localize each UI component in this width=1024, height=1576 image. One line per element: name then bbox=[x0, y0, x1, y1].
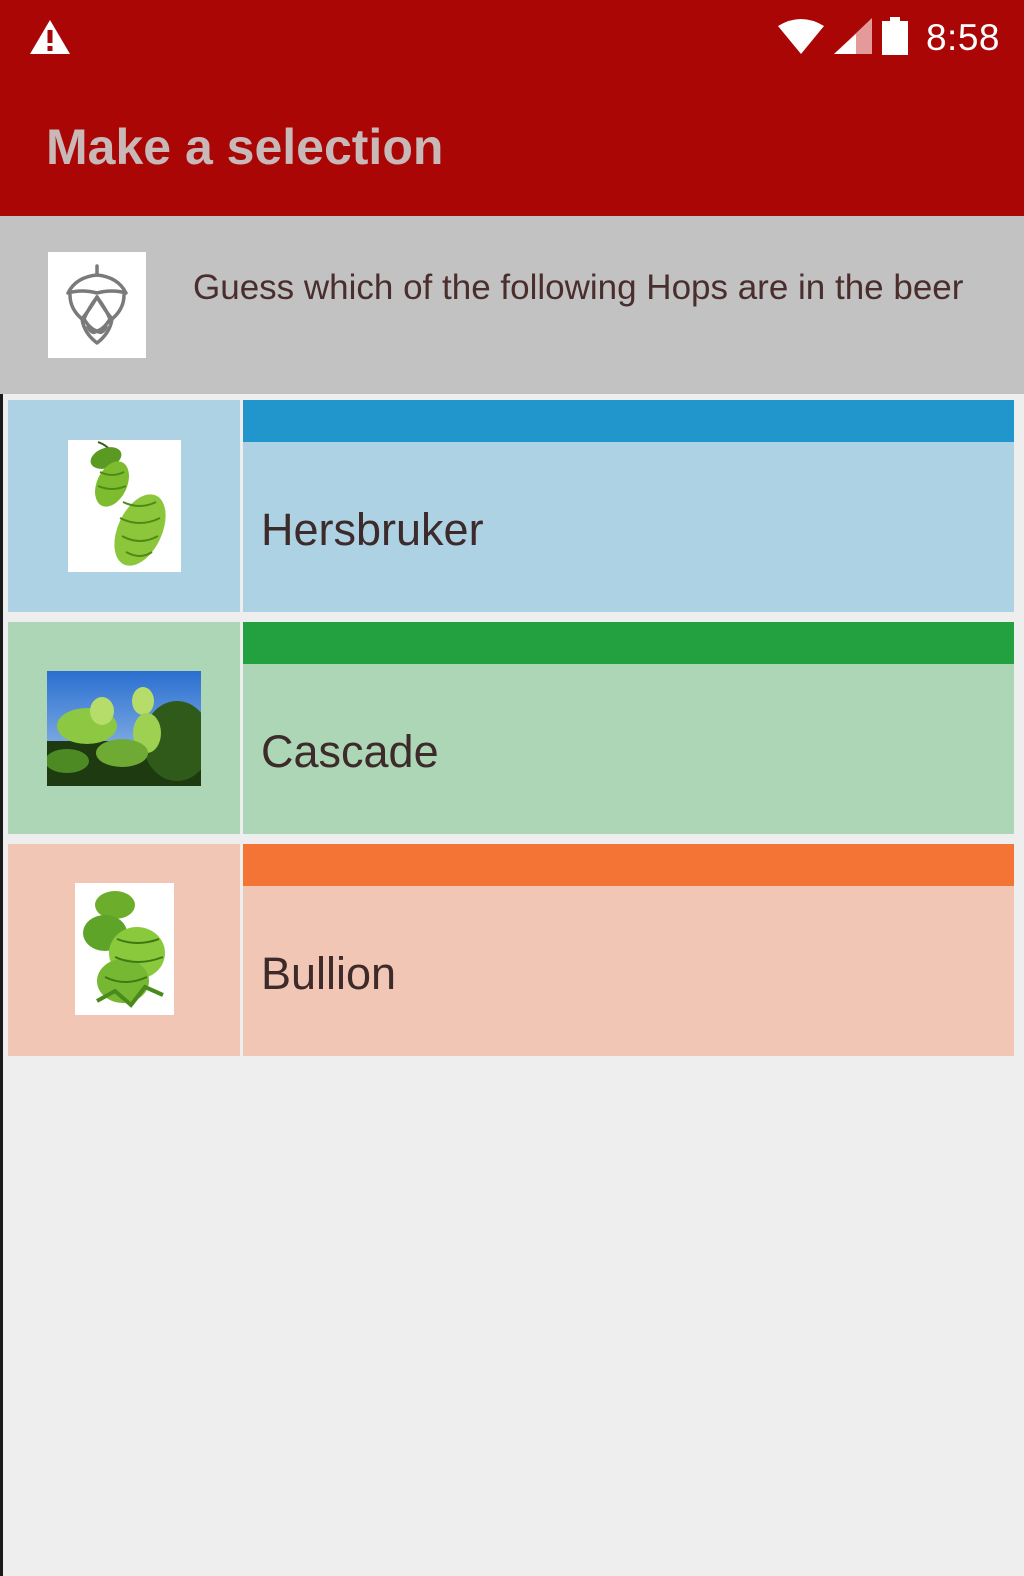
option-color-stripe bbox=[243, 844, 1014, 886]
option-thumbnail bbox=[8, 400, 240, 612]
option-thumbnail bbox=[8, 622, 240, 834]
hop-options-list: Hersbruker Cascade Bullion bbox=[8, 400, 1014, 1066]
option-thumbnail bbox=[8, 844, 240, 1056]
wifi-icon bbox=[777, 18, 824, 59]
option-body: Hersbruker bbox=[243, 400, 1014, 612]
status-bar: 8:58 bbox=[0, 0, 1024, 80]
hop-cones-image bbox=[68, 440, 181, 572]
hop-plant-photo bbox=[47, 671, 201, 786]
battery-icon bbox=[881, 16, 908, 60]
option-color-stripe bbox=[243, 400, 1014, 442]
app-screen: 8:58 Make a selection Guess which of the… bbox=[0, 0, 1024, 1576]
option-label: Bullion bbox=[261, 948, 397, 999]
option-color-stripe bbox=[243, 622, 1014, 664]
warning-icon bbox=[28, 18, 72, 56]
option-row-cascade[interactable]: Cascade bbox=[8, 622, 1014, 834]
option-label: Hersbruker bbox=[261, 504, 484, 555]
option-body: Cascade bbox=[243, 622, 1014, 834]
option-label: Cascade bbox=[261, 726, 439, 777]
instruction-header: Guess which of the following Hops are in… bbox=[0, 216, 1024, 394]
instruction-text: Guess which of the following Hops are in… bbox=[193, 268, 964, 307]
hop-cluster-image bbox=[75, 883, 174, 1015]
app-bar: Make a selection bbox=[0, 80, 1024, 216]
hop-cone-icon bbox=[48, 252, 146, 358]
status-time: 8:58 bbox=[925, 17, 1000, 58]
option-row-hersbruker[interactable]: Hersbruker bbox=[8, 400, 1014, 612]
option-row-bullion[interactable]: Bullion bbox=[8, 844, 1014, 1056]
signal-icon bbox=[833, 17, 872, 59]
option-body: Bullion bbox=[243, 844, 1014, 1056]
page-title: Make a selection bbox=[46, 119, 444, 175]
status-icons: 8:58 bbox=[777, 14, 1000, 62]
